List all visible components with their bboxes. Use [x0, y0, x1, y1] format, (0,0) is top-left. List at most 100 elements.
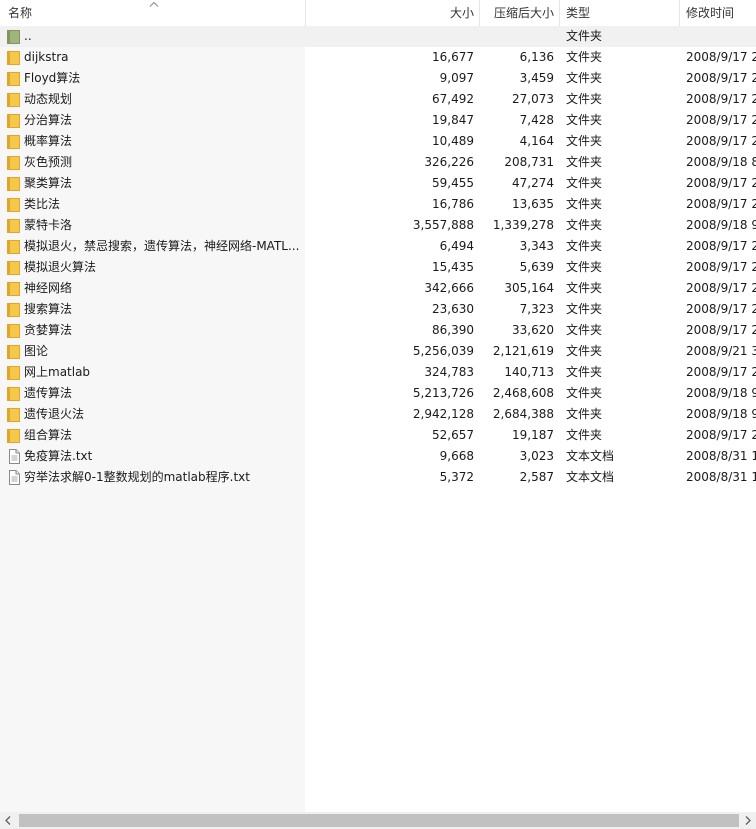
- file-row[interactable]: 贪婪算法 86,390 33,620 文件夹 2008/9/17 2: [0, 320, 756, 341]
- file-modified: 2008/8/31 1: [686, 449, 756, 463]
- file-name: 遗传算法: [24, 386, 73, 400]
- file-row[interactable]: 搜索算法 23,630 7,323 文件夹 2008/9/17 2: [0, 299, 756, 320]
- folder-icon: [7, 135, 20, 149]
- file-type: 文件夹: [566, 386, 603, 400]
- scroll-left-arrow-icon[interactable]: [0, 812, 17, 829]
- file-packed-size: 2,468,608: [492, 386, 554, 400]
- parent-folder-icon: [7, 30, 20, 44]
- file-size: 2,942,128: [412, 407, 474, 421]
- file-row[interactable]: 模拟退火，禁忌搜索，遗传算法，神经网络-MATL... 6,494 3,343 文件夹…: [0, 236, 756, 257]
- file-size: 9,668: [439, 449, 474, 463]
- file-modified: 2008/9/17 2: [686, 134, 756, 148]
- file-row[interactable]: Floyd算法 9,097 3,459 文件夹 2008/9/17 2: [0, 68, 756, 89]
- file-name: ..: [24, 29, 32, 43]
- folder-icon: [7, 51, 20, 65]
- file-modified: 2008/9/17 2: [686, 176, 756, 190]
- column-header-packed-size-label: 压缩后大小: [493, 6, 554, 20]
- file-name: 组合算法: [24, 428, 73, 442]
- file-row[interactable]: 类比法 16,786 13,635 文件夹 2008/9/17 2: [0, 194, 756, 215]
- file-row[interactable]: 图论 5,256,039 2,121,619 文件夹 2008/9/21 3: [0, 341, 756, 362]
- file-modified: 2008/9/17 2: [686, 302, 756, 316]
- file-type: 文件夹: [566, 260, 603, 274]
- file-type: 文件夹: [566, 218, 603, 232]
- file-packed-size: 5,639: [519, 260, 554, 274]
- file-row[interactable]: 灰色预测 326,226 208,731 文件夹 2008/9/18 8: [0, 152, 756, 173]
- folder-icon: [7, 408, 20, 422]
- file-size: 326,226: [424, 155, 474, 169]
- file-size: 52,657: [432, 428, 474, 442]
- file-size: 86,390: [432, 323, 474, 337]
- file-row[interactable]: 聚类算法 59,455 47,274 文件夹 2008/9/17 2: [0, 173, 756, 194]
- file-type: 文件夹: [566, 29, 603, 43]
- column-header-type[interactable]: 类型: [560, 0, 680, 26]
- file-packed-size: 3,459: [519, 71, 554, 85]
- scroll-right-arrow-icon[interactable]: [739, 812, 756, 829]
- file-modified: 2008/9/17 2: [686, 365, 756, 379]
- folder-icon: [7, 219, 20, 233]
- file-row[interactable]: 网上matlab 324,783 140,713 文件夹 2008/9/17 2: [0, 362, 756, 383]
- folder-icon: [7, 93, 20, 107]
- file-type: 文件夹: [566, 239, 603, 253]
- file-size: 15,435: [432, 260, 474, 274]
- folder-icon: [7, 345, 20, 359]
- file-name: 模拟退火，禁忌搜索，遗传算法，神经网络-MATL...: [24, 239, 300, 253]
- file-modified: 2008/9/17 2: [686, 92, 756, 106]
- file-row[interactable]: 穷举法求解0-1整数规划的matlab程序.txt 5,372 2,587 文本文档 2…: [0, 467, 756, 488]
- file-row[interactable]: 概率算法 10,489 4,164 文件夹 2008/9/17 2: [0, 131, 756, 152]
- folder-icon: [7, 72, 20, 86]
- file-row[interactable]: 遗传退火法 2,942,128 2,684,388 文件夹 2008/9/18 9: [0, 404, 756, 425]
- column-header-size[interactable]: 大小: [306, 0, 480, 26]
- file-name: 图论: [24, 344, 49, 358]
- folder-icon: [7, 366, 20, 380]
- folder-icon: [7, 387, 20, 401]
- file-row[interactable]: 免疫算法.txt 9,668 3,023 文本文档 2008/8/31 1: [0, 446, 756, 467]
- file-size: 342,666: [424, 281, 474, 295]
- file-packed-size: 305,164: [504, 281, 554, 295]
- file-size: 10,489: [432, 134, 474, 148]
- file-packed-size: 208,731: [504, 155, 554, 169]
- file-size: 5,372: [439, 470, 474, 484]
- file-name: Floyd算法: [24, 71, 81, 85]
- file-type: 文件夹: [566, 176, 603, 190]
- file-size: 59,455: [432, 176, 474, 190]
- folder-icon: [7, 156, 20, 170]
- file-row[interactable]: 遗传算法 5,213,726 2,468,608 文件夹 2008/9/18 9: [0, 383, 756, 404]
- parent-directory-row[interactable]: .. 文件夹: [0, 26, 756, 47]
- file-modified: 2008/9/17 2: [686, 197, 756, 211]
- column-header-bar: 名称 大小 压缩后大小 类型 修改时间: [0, 0, 756, 27]
- file-type: 文件夹: [566, 365, 603, 379]
- file-row[interactable]: 动态规划 67,492 27,073 文件夹 2008/9/17 2: [0, 89, 756, 110]
- file-name: 动态规划: [24, 92, 73, 106]
- column-header-type-label: 类型: [566, 6, 591, 20]
- file-name: 穷举法求解0-1整数规划的matlab程序.txt: [24, 470, 250, 484]
- file-packed-size: 1,339,278: [492, 218, 554, 232]
- file-modified: 2008/9/17 2: [686, 260, 756, 274]
- column-header-modified[interactable]: 修改时间: [680, 0, 756, 26]
- folder-icon: [7, 303, 20, 317]
- file-size: 16,677: [432, 50, 474, 64]
- horizontal-scrollbar[interactable]: [0, 812, 756, 829]
- file-name: dijkstra: [24, 50, 69, 64]
- file-name: 分治算法: [24, 113, 73, 127]
- file-row[interactable]: 蒙特卡洛 3,557,888 1,339,278 文件夹 2008/9/18 9: [0, 215, 756, 236]
- file-packed-size: 2,684,388: [492, 407, 554, 421]
- file-row[interactable]: dijkstra 16,677 6,136 文件夹 2008/9/17 2: [0, 47, 756, 68]
- file-packed-size: 27,073: [512, 92, 554, 106]
- file-packed-size: 19,187: [512, 428, 554, 442]
- folder-icon: [7, 429, 20, 443]
- folder-icon: [7, 282, 20, 296]
- column-header-packed-size[interactable]: 压缩后大小: [480, 0, 560, 26]
- file-row[interactable]: 神经网络 342,666 305,164 文件夹 2008/9/17 2: [0, 278, 756, 299]
- file-size: 6,494: [439, 239, 474, 253]
- file-packed-size: [480, 26, 554, 47]
- file-row[interactable]: 组合算法 52,657 19,187 文件夹 2008/9/17 2: [0, 425, 756, 446]
- file-packed-size: 33,620: [512, 323, 554, 337]
- file-modified: 2008/9/21 3: [686, 344, 756, 358]
- file-packed-size: 140,713: [504, 365, 554, 379]
- file-size: 67,492: [432, 92, 474, 106]
- file-row[interactable]: 分治算法 19,847 7,428 文件夹 2008/9/17 2: [0, 110, 756, 131]
- file-row[interactable]: 模拟退火算法 15,435 5,639 文件夹 2008/9/17 2: [0, 257, 756, 278]
- scrollbar-thumb[interactable]: [19, 814, 739, 827]
- file-packed-size: 4,164: [519, 134, 554, 148]
- file-packed-size: 7,323: [519, 302, 554, 316]
